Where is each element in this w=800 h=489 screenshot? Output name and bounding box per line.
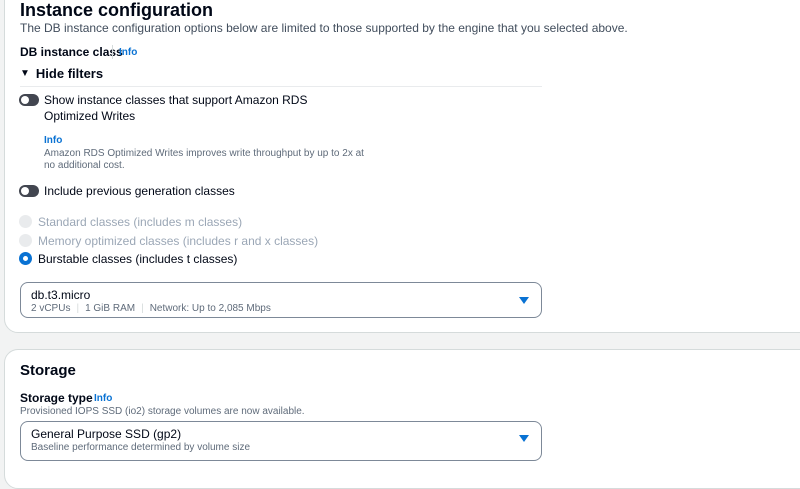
select-description: Baseline performance determined by volum… — [31, 442, 250, 453]
section-description: The DB instance configuration options be… — [20, 21, 628, 35]
vcpu-text: 2 vCPUs — [31, 303, 71, 314]
previous-generation-label: Include previous generation classes — [44, 184, 235, 198]
instance-class-select[interactable]: db.t3.micro 2 vCPUs | 1 GiB RAM | Network:… — [20, 282, 542, 318]
caret-down-icon — [519, 297, 529, 304]
select-value: db.t3.micro — [31, 288, 91, 302]
divider — [112, 45, 113, 59]
db-instance-class-label: DB instance class — [20, 45, 123, 59]
radio-burstable[interactable] — [19, 252, 32, 265]
divider — [20, 86, 542, 87]
radio-standard[interactable] — [19, 215, 32, 228]
radio-burstable-label: Burstable classes (includes t classes) — [38, 252, 238, 266]
storage-panel — [4, 349, 800, 489]
info-link[interactable]: Info — [119, 47, 137, 58]
network-text: Network: Up to 2,085 Mbps — [149, 303, 271, 314]
hide-filters-toggle[interactable]: ▼ Hide filters — [20, 66, 103, 81]
storage-title: Storage — [20, 362, 76, 379]
storage-note: Provisioned IOPS SSD (io2) storage volum… — [20, 406, 305, 417]
storage-info-link[interactable]: Info — [94, 393, 112, 404]
section-title: Instance configuration — [20, 0, 214, 20]
storage-type-select[interactable]: General Purpose SSD (gp2) Baseline perfo… — [20, 421, 542, 461]
optimized-writes-label: Show instance classes that support Amazo… — [44, 93, 308, 123]
ram-text: 1 GiB RAM — [85, 303, 136, 314]
radio-memory-optimized[interactable] — [19, 234, 32, 247]
storage-type-label: Storage type — [20, 391, 93, 405]
radio-memory-label: Memory optimized classes (includes r and… — [38, 234, 319, 248]
optimized-writes-info-link[interactable]: Info — [44, 135, 62, 146]
radio-standard-label: Standard classes (includes m classes) — [38, 215, 243, 229]
caret-down-icon: ▼ — [20, 68, 30, 79]
caret-down-icon — [519, 435, 529, 442]
optimized-writes-description: Amazon RDS Optimized Writes improves wri… — [44, 148, 364, 171]
previous-generation-toggle[interactable] — [19, 185, 39, 197]
optimized-writes-toggle[interactable] — [19, 94, 39, 106]
hide-filters-label: Hide filters — [35, 66, 104, 81]
select-value: General Purpose SSD (gp2) — [31, 427, 182, 441]
